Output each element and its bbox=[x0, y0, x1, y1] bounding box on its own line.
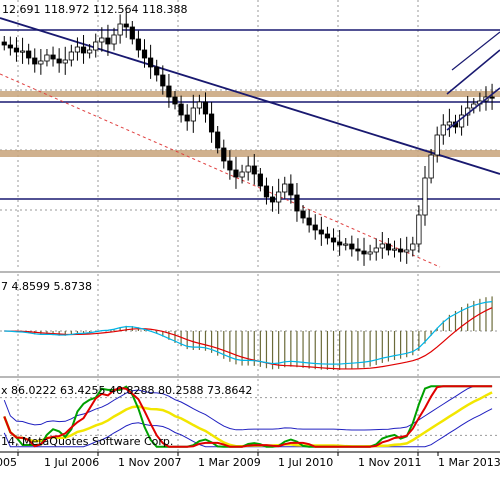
candle-bear bbox=[489, 96, 495, 99]
candle-bear bbox=[361, 250, 367, 255]
candle-bull bbox=[434, 134, 440, 156]
candle-bear bbox=[269, 196, 276, 203]
x-tick-label: 1 Mar 2013 bbox=[438, 456, 500, 469]
candle-bull bbox=[422, 177, 428, 216]
stoch-values: x 86.0222 63.4255 40.8288 80.2588 73.864… bbox=[1, 384, 252, 397]
x-tick-label: 1 Jul 2010 bbox=[278, 456, 333, 469]
candle-bear bbox=[1, 41, 7, 46]
candle-bear bbox=[13, 47, 20, 53]
candle-bear bbox=[26, 50, 32, 59]
candle-bull bbox=[99, 37, 105, 43]
candle-bull bbox=[343, 243, 349, 246]
candle-bull bbox=[239, 171, 245, 178]
candle-bear bbox=[208, 113, 215, 133]
candle-bear bbox=[154, 66, 160, 76]
candle-bull bbox=[440, 124, 446, 136]
x-tick-label: 005 bbox=[0, 456, 17, 469]
candle-bull bbox=[416, 214, 422, 245]
candle-bear bbox=[221, 147, 227, 162]
candle-bear bbox=[398, 248, 404, 253]
candle-bear bbox=[148, 57, 154, 68]
macd-values: 7 4.8599 5.8738 bbox=[1, 280, 92, 293]
candle-bull bbox=[196, 101, 202, 109]
x-tick-label: 1 Nov 2011 bbox=[358, 456, 421, 469]
candle-bull bbox=[117, 23, 123, 36]
candle-bear bbox=[202, 101, 209, 115]
trading-chart[interactable]: 12.691 118.972 112.564 118.388 7 4.8599 … bbox=[0, 0, 500, 500]
candle-bear bbox=[227, 160, 233, 171]
candle-bull bbox=[93, 41, 99, 51]
candle-bull bbox=[245, 165, 251, 173]
candle-bear bbox=[233, 169, 239, 178]
candle-bear bbox=[324, 233, 331, 239]
candle-bull bbox=[373, 247, 379, 253]
ohlc-header: 12.691 118.972 112.564 118.388 bbox=[2, 3, 187, 16]
candle-bear bbox=[294, 194, 300, 212]
candle-bear bbox=[105, 37, 111, 45]
candle-bull bbox=[44, 54, 50, 62]
candle-bull bbox=[282, 183, 288, 193]
candle-bull bbox=[379, 243, 385, 249]
candle-bear bbox=[251, 165, 257, 175]
candle-bear bbox=[32, 57, 38, 65]
candle-bull bbox=[111, 34, 117, 45]
candle-bear bbox=[178, 103, 184, 116]
candle-bear bbox=[123, 23, 129, 28]
candle-bear bbox=[312, 224, 318, 231]
candle-bull bbox=[276, 191, 282, 203]
candle-bear bbox=[215, 131, 221, 149]
candle-bear bbox=[337, 241, 343, 246]
x-tick-label: 1 Nov 2007 bbox=[118, 456, 181, 469]
candle-bear bbox=[349, 243, 355, 250]
candle-bull bbox=[38, 60, 44, 65]
x-tick-label: 1 Jul 2006 bbox=[44, 456, 99, 469]
candle-bear bbox=[184, 114, 190, 122]
candle-bear bbox=[141, 49, 148, 59]
candle-bear bbox=[135, 38, 142, 51]
candle-bear bbox=[263, 185, 270, 198]
candle-bull bbox=[367, 251, 373, 255]
candle-bull bbox=[62, 59, 68, 64]
candle-bear bbox=[172, 96, 178, 105]
candle-bear bbox=[330, 237, 337, 243]
candle-bear bbox=[50, 54, 56, 60]
x-tick-label: 1 Mar 2009 bbox=[198, 456, 261, 469]
candle-bull bbox=[74, 46, 81, 53]
candle-bull bbox=[404, 249, 410, 253]
candle-bear bbox=[355, 248, 361, 252]
candle-bull bbox=[87, 49, 93, 54]
candle-bull bbox=[446, 121, 452, 126]
candle-bear bbox=[257, 173, 263, 187]
candle-bear bbox=[80, 46, 87, 54]
candle-bear bbox=[318, 229, 324, 235]
candle-bear bbox=[300, 210, 306, 219]
candle-bull bbox=[410, 243, 416, 251]
candle-bull bbox=[19, 50, 26, 53]
candle-bear bbox=[288, 183, 294, 196]
candle-bear bbox=[306, 217, 312, 226]
candle-bear bbox=[160, 74, 166, 87]
candle-bear bbox=[166, 85, 172, 98]
candle-bull bbox=[68, 51, 74, 61]
copyright-text: 14, MetaQuotes Software Corp. bbox=[1, 435, 173, 448]
candle-bull bbox=[391, 248, 398, 251]
candle-bull bbox=[190, 107, 196, 122]
candle-bear bbox=[7, 44, 13, 49]
candle-bull bbox=[428, 154, 434, 179]
candle-bear bbox=[56, 58, 62, 64]
candle-bear bbox=[385, 243, 392, 251]
candle-bear bbox=[129, 26, 135, 40]
